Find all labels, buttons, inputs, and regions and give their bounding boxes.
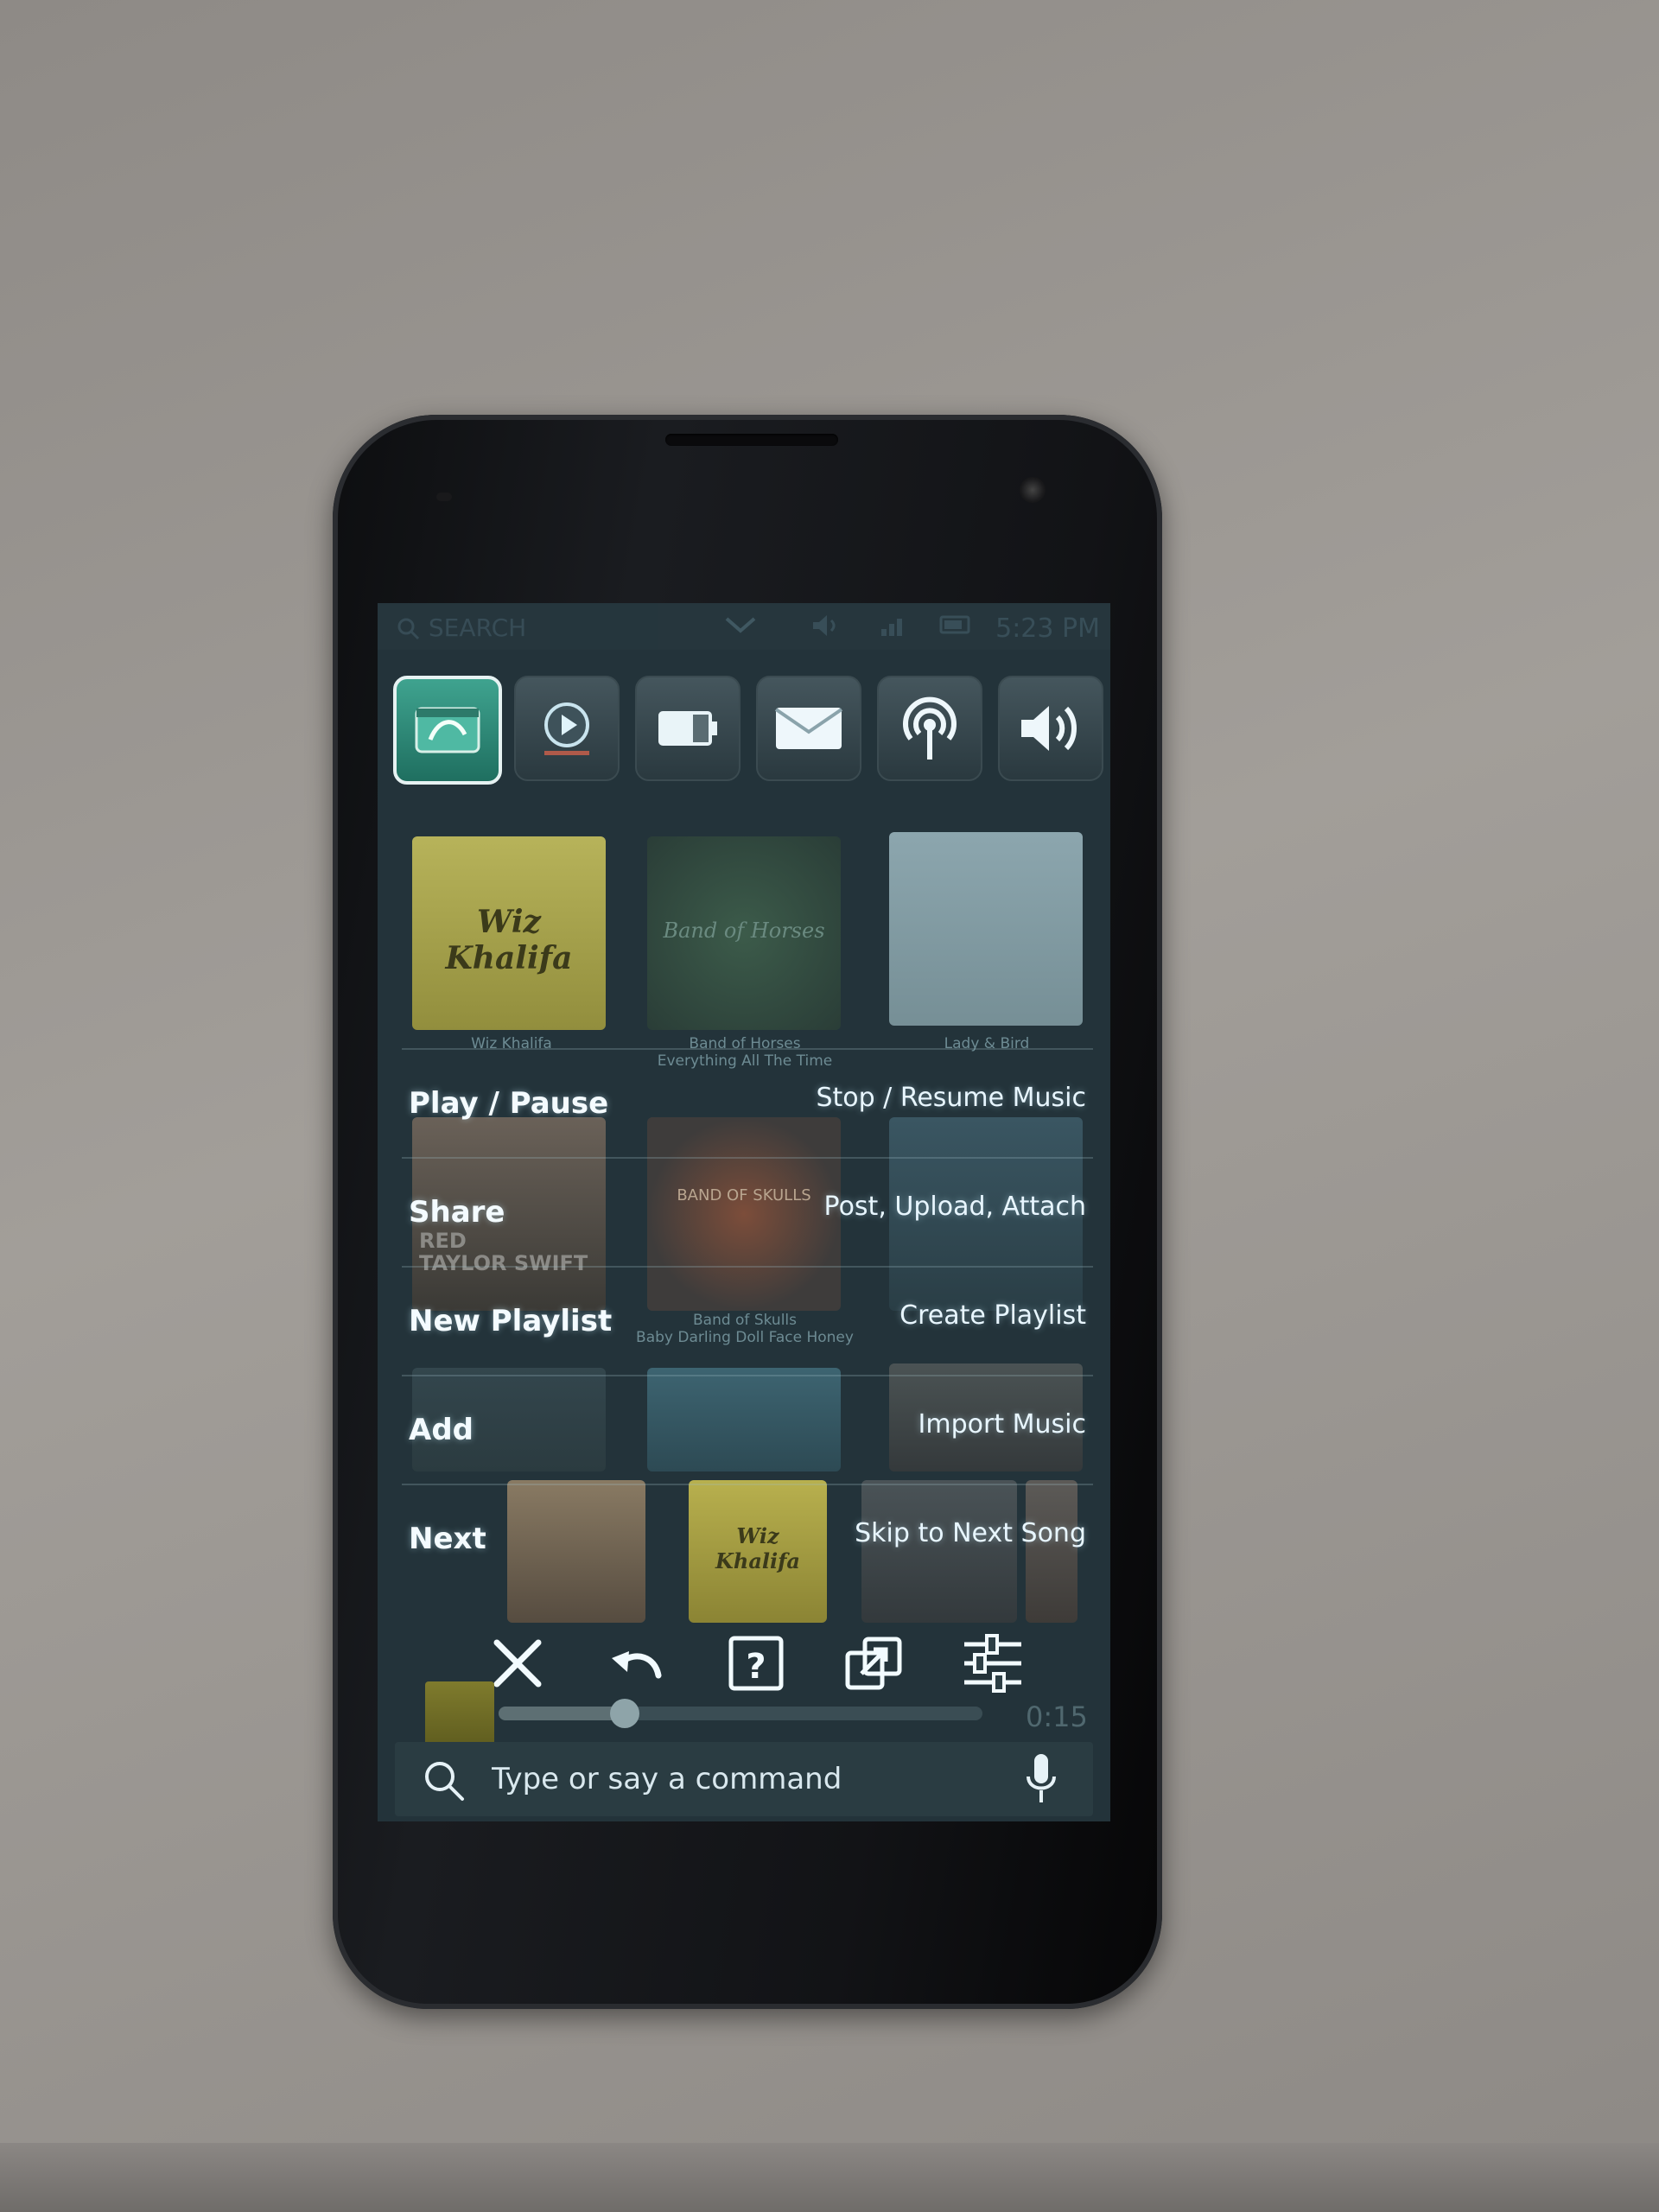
chevron-down-icon[interactable] bbox=[723, 613, 758, 642]
status-search[interactable]: SEARCH bbox=[397, 613, 526, 642]
menu-item-label: Share bbox=[409, 1195, 505, 1230]
album-art-text: Band of Horses bbox=[663, 918, 825, 943]
close-icon bbox=[493, 1639, 542, 1688]
video-app-icon bbox=[544, 702, 589, 755]
status-bar: SEARCH 5:23 PM bbox=[378, 603, 1110, 650]
proximity-sensor bbox=[436, 493, 452, 501]
music-app-icon bbox=[415, 707, 480, 753]
album-art-text: Wiz Khalifa bbox=[445, 904, 573, 976]
external-icon bbox=[845, 1637, 902, 1690]
album-tile-band-of-horses[interactable]: Band of Horses bbox=[647, 836, 841, 1030]
battery-status-icon bbox=[939, 613, 974, 642]
mail-icon bbox=[774, 708, 843, 749]
search-icon[interactable] bbox=[421, 1758, 467, 1808]
menu-item-description: Stop / Resume Music bbox=[816, 1083, 1086, 1113]
front-camera bbox=[1020, 477, 1046, 503]
menu-item-label: Next bbox=[409, 1522, 486, 1556]
menu-item-next[interactable]: Next Skip to Next Song bbox=[402, 1484, 1093, 1594]
podcast-app-button[interactable] bbox=[877, 676, 982, 781]
volume-status-icon bbox=[810, 613, 841, 644]
microphone-icon[interactable] bbox=[1024, 1752, 1058, 1809]
menu-item-label: Play / Pause bbox=[409, 1086, 609, 1121]
battery-icon bbox=[658, 711, 717, 746]
status-search-label: SEARCH bbox=[428, 613, 527, 642]
status-time: 5:23 PM bbox=[995, 613, 1100, 644]
album-tile-wiz-khalifa[interactable]: Wiz Khalifa bbox=[412, 836, 606, 1030]
undo-icon bbox=[612, 1651, 662, 1679]
command-input[interactable] bbox=[490, 1754, 977, 1804]
settings-icon bbox=[964, 1634, 1021, 1693]
battery-app-button[interactable] bbox=[635, 676, 741, 781]
settings-button[interactable] bbox=[957, 1627, 1029, 1700]
menu-item-add[interactable]: Add Import Music bbox=[402, 1375, 1093, 1485]
album-tile-lady-and-bird[interactable] bbox=[889, 832, 1083, 1026]
desk-edge bbox=[0, 2143, 1659, 2212]
command-bar bbox=[395, 1742, 1093, 1816]
menu-item-label: Add bbox=[409, 1413, 474, 1447]
external-button[interactable] bbox=[837, 1627, 910, 1700]
playback-progress[interactable] bbox=[499, 1699, 982, 1728]
screen: SEARCH 5:23 PM Wiz Khalifa Band of Horse… bbox=[378, 603, 1110, 1821]
help-icon: ? bbox=[728, 1636, 784, 1691]
menu-item-description: Skip to Next Song bbox=[855, 1518, 1086, 1548]
music-app-button[interactable] bbox=[393, 676, 502, 785]
menu-item-new-playlist[interactable]: New Playlist Create Playlist bbox=[402, 1266, 1093, 1376]
svg-text:?: ? bbox=[746, 1647, 766, 1687]
menu-item-share[interactable]: Share Post, Upload, Attach bbox=[402, 1157, 1093, 1268]
volume-app-button[interactable] bbox=[998, 676, 1103, 781]
elapsed-time: 0:15 bbox=[1026, 1700, 1088, 1733]
mail-app-button[interactable] bbox=[756, 676, 861, 781]
progress-fill bbox=[499, 1707, 625, 1720]
menu-item-description: Import Music bbox=[918, 1409, 1086, 1440]
menu-item-description: Post, Upload, Attach bbox=[823, 1192, 1086, 1222]
search-icon bbox=[397, 618, 420, 640]
help-button[interactable]: ? bbox=[720, 1627, 792, 1700]
app-launcher bbox=[378, 650, 1110, 785]
volume-icon bbox=[1021, 706, 1077, 751]
menu-item-play-pause[interactable]: Play / Pause Stop / Resume Music bbox=[402, 1048, 1093, 1159]
podcast-icon bbox=[903, 696, 957, 760]
phone: SEARCH 5:23 PM Wiz Khalifa Band of Horse… bbox=[333, 415, 1162, 2009]
video-app-button[interactable] bbox=[514, 676, 620, 781]
earpiece-speaker bbox=[665, 434, 838, 446]
menu-item-label: New Playlist bbox=[409, 1304, 613, 1338]
undo-button[interactable] bbox=[601, 1627, 673, 1700]
progress-knob[interactable] bbox=[609, 1699, 639, 1728]
network-status-icon bbox=[879, 613, 910, 644]
menu-item-description: Create Playlist bbox=[899, 1300, 1086, 1331]
